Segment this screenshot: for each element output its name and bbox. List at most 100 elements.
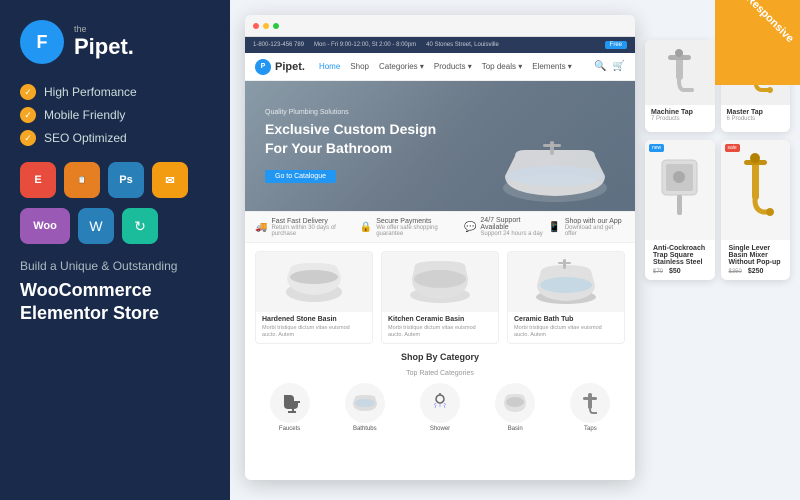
trap-price-new: $50 — [669, 268, 681, 275]
nav-icons: 🔍 🛒 — [594, 61, 625, 72]
master-tap-name: Master Tap — [727, 109, 785, 116]
master-tap-count: 6 Products — [727, 116, 785, 122]
browser-dot-yellow[interactable] — [263, 23, 269, 29]
category-basin[interactable]: Basin — [481, 383, 550, 432]
hero-cta-button[interactable]: Go to Catalogue — [265, 170, 336, 183]
mixer-prices: $350 $250 — [729, 268, 783, 275]
trap-price-old: $70 — [653, 269, 663, 275]
category-faucets[interactable]: Faucets — [255, 383, 324, 432]
category-label-taps: Taps — [584, 426, 597, 432]
browser-dot-green[interactable] — [273, 23, 279, 29]
product-card-3[interactable]: Ceramic Bath Tub Morbi tristique dictum … — [507, 251, 625, 344]
feat-delivery-desc: Return within 30 days of purchase — [271, 225, 359, 237]
top-contact: 1-800-123-456 789 — [253, 42, 304, 48]
nav-products[interactable]: Products ▾ — [430, 60, 476, 73]
plugin-mailchimp-icon: ✉ — [152, 162, 188, 198]
product-desc-1: Morbi tristique dictum vitae euismod auc… — [262, 325, 366, 339]
top-cta[interactable]: Free — [605, 41, 627, 49]
hero-title: Exclusive Custom DesignFor Your Bathroom — [265, 120, 436, 156]
plugin-elementor-icon: E — [20, 162, 56, 198]
feat-support-desc: Support 24 hours a day — [480, 231, 548, 237]
product-desc-3: Morbi tristique dictum vitae euismod auc… — [514, 325, 618, 339]
category-label-basin: Basin — [508, 426, 523, 432]
responsive-text: Responsive — [744, 0, 796, 45]
category-icon-bathtubs — [345, 383, 385, 423]
check-icon-2: ✓ — [20, 107, 36, 123]
machine-tap-img — [645, 40, 715, 105]
bathtub-illustration — [495, 136, 615, 206]
products-grid: Hardened Stone Basin Morbi tristique dic… — [255, 251, 625, 344]
plugin-woo-icon: Woo — [20, 208, 70, 244]
browser-bar — [245, 15, 635, 37]
mixer-img: sale — [721, 140, 791, 240]
logo-area: F the Pipet. — [20, 20, 210, 64]
product-img-2 — [382, 252, 498, 312]
master-tap-info: Master Tap 6 Products — [721, 105, 791, 126]
hero-subtitle: Quality Plumbing Solutions — [265, 109, 436, 116]
sale-badge: sale — [725, 144, 740, 152]
product-info-3: Ceramic Bath Tub Morbi tristique dictum … — [508, 312, 624, 343]
category-label-shower: Shower — [430, 426, 450, 432]
features-list: ✓ High Perfomance ✓ Mobile Friendly ✓ SE… — [20, 84, 210, 146]
product-card-1[interactable]: Hardened Stone Basin Morbi tristique dic… — [255, 251, 373, 344]
right-card-row-bottom: new Anti-Cockroach Trap Square Stainless… — [645, 140, 790, 280]
nav-elements[interactable]: Elements ▾ — [528, 60, 576, 73]
feat-support-title: 24/7 Support Available — [480, 217, 548, 231]
new-badge: new — [649, 144, 664, 152]
product-name-1: Hardened Stone Basin — [262, 316, 366, 323]
right-card-basin-mixer[interactable]: sale Single Lever Basin Mixer Without Po… — [721, 140, 791, 280]
delivery-icon: 🚚 — [255, 222, 267, 233]
features-bar: 🚚 Fast Fast Delivery Return within 30 da… — [245, 211, 635, 243]
tagline: Build a Unique & Outstanding — [20, 258, 210, 275]
left-panel: F the Pipet. ✓ High Perfomance ✓ Mobile … — [0, 0, 230, 500]
category-icon-faucets — [270, 383, 310, 423]
mixer-price-new: $250 — [748, 268, 764, 275]
mixer-price-old: $350 — [729, 269, 742, 275]
right-card-cockroach-trap[interactable]: new Anti-Cockroach Trap Square Stainless… — [645, 140, 715, 280]
product-desc-2: Morbi tristique dictum vitae euismod auc… — [388, 325, 492, 339]
category-section-title: Shop By Category — [255, 352, 625, 362]
search-icon[interactable]: 🔍 — [594, 61, 606, 72]
category-section-subtitle: Top Rated Categories — [255, 370, 625, 377]
browser-dot-red[interactable] — [253, 23, 259, 29]
top-bar: 1-800-123-456 789 Mon - Fri 9:00-12:00, … — [245, 37, 635, 53]
category-label-bathtubs: Bathtubs — [353, 426, 377, 432]
plugin-refresh-icon: ↻ — [122, 208, 158, 244]
feat-payments: 🔒 Secure Payments We offer safe shopping… — [360, 218, 464, 237]
right-card-machine-tap[interactable]: Machine Tap 7 Products — [645, 40, 715, 132]
nav-home[interactable]: Home — [315, 60, 344, 73]
store-logo: P Pipet. — [255, 59, 305, 75]
nav-top-deals[interactable]: Top deals ▾ — [478, 60, 526, 73]
cart-icon[interactable]: 🛒 — [613, 61, 625, 72]
category-taps[interactable]: Taps — [556, 383, 625, 432]
trap-info: Anti-Cockroach Trap Square Stainless Ste… — [645, 240, 715, 280]
logo-icon: F — [20, 20, 64, 64]
payments-icon: 🔒 — [360, 222, 372, 233]
products-section: Hardened Stone Basin Morbi tristique dic… — [245, 243, 635, 440]
tagline-bold: WooCommerce Elementor Store — [20, 279, 210, 326]
plugin-icons-row1: E 📋 Ps ✉ — [20, 162, 210, 198]
product-info-2: Kitchen Ceramic Basin Morbi tristique di… — [382, 312, 498, 343]
nav-shop[interactable]: Shop — [346, 60, 373, 73]
responsive-badge: Responsive — [715, 0, 800, 85]
feat-payments-title: Secure Payments — [376, 218, 464, 225]
top-address: 40 Stones Street, Louisville — [426, 42, 499, 48]
feature-item-1: ✓ High Perfomance — [20, 84, 210, 100]
product-img-3 — [508, 252, 624, 312]
product-name-2: Kitchen Ceramic Basin — [388, 316, 492, 323]
category-bathtubs[interactable]: Bathtubs — [330, 383, 399, 432]
store-logo-icon: P — [255, 59, 271, 75]
feat-app-desc: Download and get offer — [565, 225, 625, 237]
category-shower[interactable]: Shower — [405, 383, 474, 432]
product-card-2[interactable]: Kitchen Ceramic Basin Morbi tristique di… — [381, 251, 499, 344]
mixer-name: Single Lever Basin Mixer Without Pop-up — [729, 245, 783, 266]
trap-img: new — [645, 140, 715, 240]
nav-categories[interactable]: Categories ▾ — [375, 60, 428, 73]
product-info-1: Hardened Stone Basin Morbi tristique dic… — [256, 312, 372, 343]
plugin-wp-icon: W — [78, 208, 114, 244]
plugin-ps-icon: Ps — [108, 162, 144, 198]
mixer-info: Single Lever Basin Mixer Without Pop-up … — [721, 240, 791, 280]
trap-name: Anti-Cockroach Trap Square Stainless Ste… — [653, 245, 707, 266]
product-img-1 — [256, 252, 372, 312]
logo-name: Pipet. — [74, 35, 134, 59]
